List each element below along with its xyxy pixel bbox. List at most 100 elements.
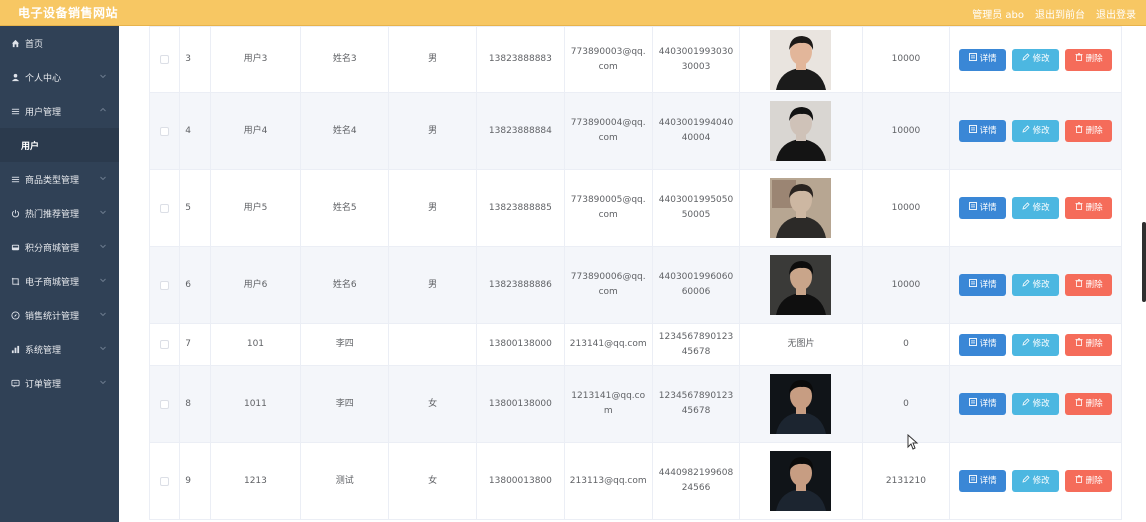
sidebar-item-1[interactable]: 个人中心 [0,60,119,94]
edit-button[interactable]: 修改 [1012,333,1060,356]
row-index: 3 [179,26,211,93]
points-cell: 0 [861,323,951,366]
photo-cell: 无图片 [739,323,863,366]
scrollbar-thumb[interactable] [1142,222,1146,302]
row-checkbox[interactable] [160,203,170,213]
delete-label: 删除 [1085,279,1103,290]
account-cell: 用户3 [209,26,302,93]
table-row: 6 用户6 姓名6 男 13823888886 773890006@qq.com 44030… [148,246,1122,324]
gender-cell: 男 [388,26,477,93]
sidebar-item-10[interactable]: 订单管理 [0,366,119,400]
edit-button[interactable]: 修改 [1012,120,1060,142]
name-cell: 姓名6 [300,246,390,324]
detail-button[interactable]: 详情 [959,48,1007,71]
top-header: 电子设备销售网站 管理员 abo 退出到前台 退出登录 [0,0,1146,26]
gender-cell [388,323,477,366]
row-checkbox-cell [148,92,181,170]
chevron-down-icon [99,72,107,80]
actions-cell: 详情 修改 删除 [949,246,1122,324]
sidebar-item-6[interactable]: 积分商城管理 [0,230,119,264]
edit-label: 修改 [1032,475,1050,486]
edit-button[interactable]: 修改 [1012,274,1060,296]
table-row: 4 用户4 姓名4 男 13823888884 773890004@qq.com 44030… [148,92,1122,170]
sidebar-item-9[interactable]: 系统管理 [0,332,119,366]
sidebar-item-7[interactable]: 电子商城管理 [0,264,119,298]
idcard-cell: 440300199505050005 [651,169,741,247]
detail-button[interactable]: 详情 [959,197,1007,219]
delete-button[interactable]: 删除 [1065,470,1113,492]
phone-cell: 13800013800 [475,442,565,520]
compass-icon [10,310,20,320]
delete-label: 删除 [1085,54,1103,64]
user-photo[interactable] [770,29,832,90]
detail-button[interactable]: 详情 [959,470,1007,492]
delete-button[interactable]: 删除 [1065,48,1113,71]
row-checkbox-cell [148,442,181,520]
detail-button[interactable]: 详情 [959,120,1007,142]
sidebar-item-label: 商品类型管理 [25,175,80,186]
detail-button[interactable]: 详情 [959,393,1007,415]
chevron-down-icon [99,344,107,352]
pencil-icon [1022,124,1030,139]
user-photo[interactable] [770,178,832,238]
edit-button[interactable]: 修改 [1012,48,1060,71]
document-icon [968,337,977,352]
sidebar-item-2[interactable]: 用户管理 [0,94,119,128]
actions-cell: 详情 修改 删除 [949,26,1122,93]
photo-cell [739,92,863,170]
row-checkbox[interactable] [160,340,170,349]
edit-label: 修改 [1032,54,1050,64]
sidebar-item-8[interactable]: 销售统计管理 [0,298,119,332]
row-checkbox[interactable] [160,399,170,409]
edit-button[interactable]: 修改 [1012,470,1060,492]
row-checkbox[interactable] [160,55,170,64]
user-photo[interactable] [770,101,832,161]
phone-cell: 13823888885 [475,169,565,247]
delete-button[interactable]: 删除 [1065,120,1113,142]
email-cell: 773890005@qq.com [563,169,653,247]
row-index: 5 [179,169,211,247]
email-cell: 1213141@qq.com [563,365,653,443]
name-cell: 姓名4 [300,92,390,170]
delete-button[interactable]: 删除 [1065,274,1113,296]
photo-cell [739,442,863,520]
crop-icon [10,276,20,286]
sidebar-item-label: 销售统计管理 [25,311,80,322]
user-photo[interactable] [770,255,832,315]
detail-button[interactable]: 详情 [959,274,1007,296]
delete-button[interactable]: 删除 [1065,333,1113,356]
detail-label: 详情 [979,279,997,290]
sidebar-item-5[interactable]: 热门推荐管理 [0,196,119,230]
user-photo[interactable] [770,374,832,434]
edit-button[interactable]: 修改 [1012,393,1060,415]
row-checkbox-cell [148,26,181,93]
row-checkbox[interactable] [160,476,170,486]
idcard-cell: 123456789012345678 [651,323,741,366]
row-checkbox[interactable] [160,280,170,290]
actions-cell: 详情 修改 删除 [949,323,1122,366]
sidebar-item-4[interactable]: 商品类型管理 [0,162,119,196]
back-to-front-link[interactable]: 退出到前台 [1035,6,1085,21]
edit-label: 修改 [1032,279,1050,290]
sidebar-item-0[interactable]: 首页 [0,26,119,60]
chevron-down-icon [99,174,107,182]
detail-button[interactable]: 详情 [959,333,1007,356]
actions-cell: 详情 修改 删除 [949,365,1122,443]
phone-cell: 13800138000 [475,365,565,443]
user-photo[interactable] [770,451,832,511]
logout-link[interactable]: 退出登录 [1096,6,1136,21]
points-cell: 0 [861,365,951,443]
detail-label: 详情 [979,202,997,213]
sidebar-item-label: 订单管理 [25,379,62,390]
row-checkbox[interactable] [160,126,170,136]
gender-cell: 男 [388,169,477,247]
account-cell: 1011 [209,365,302,443]
delete-button[interactable]: 删除 [1065,197,1113,219]
points-cell: 2131210 [861,442,951,520]
delete-button[interactable]: 删除 [1065,393,1113,415]
table-row: 7 101 李四 13800138000 213141@qq.com 1234567890… [148,323,1122,366]
document-icon [968,52,977,67]
idcard-cell: 444098219960824566 [651,442,741,520]
sidebar-subitem-users[interactable]: 用户 [0,128,119,162]
edit-button[interactable]: 修改 [1012,197,1060,219]
